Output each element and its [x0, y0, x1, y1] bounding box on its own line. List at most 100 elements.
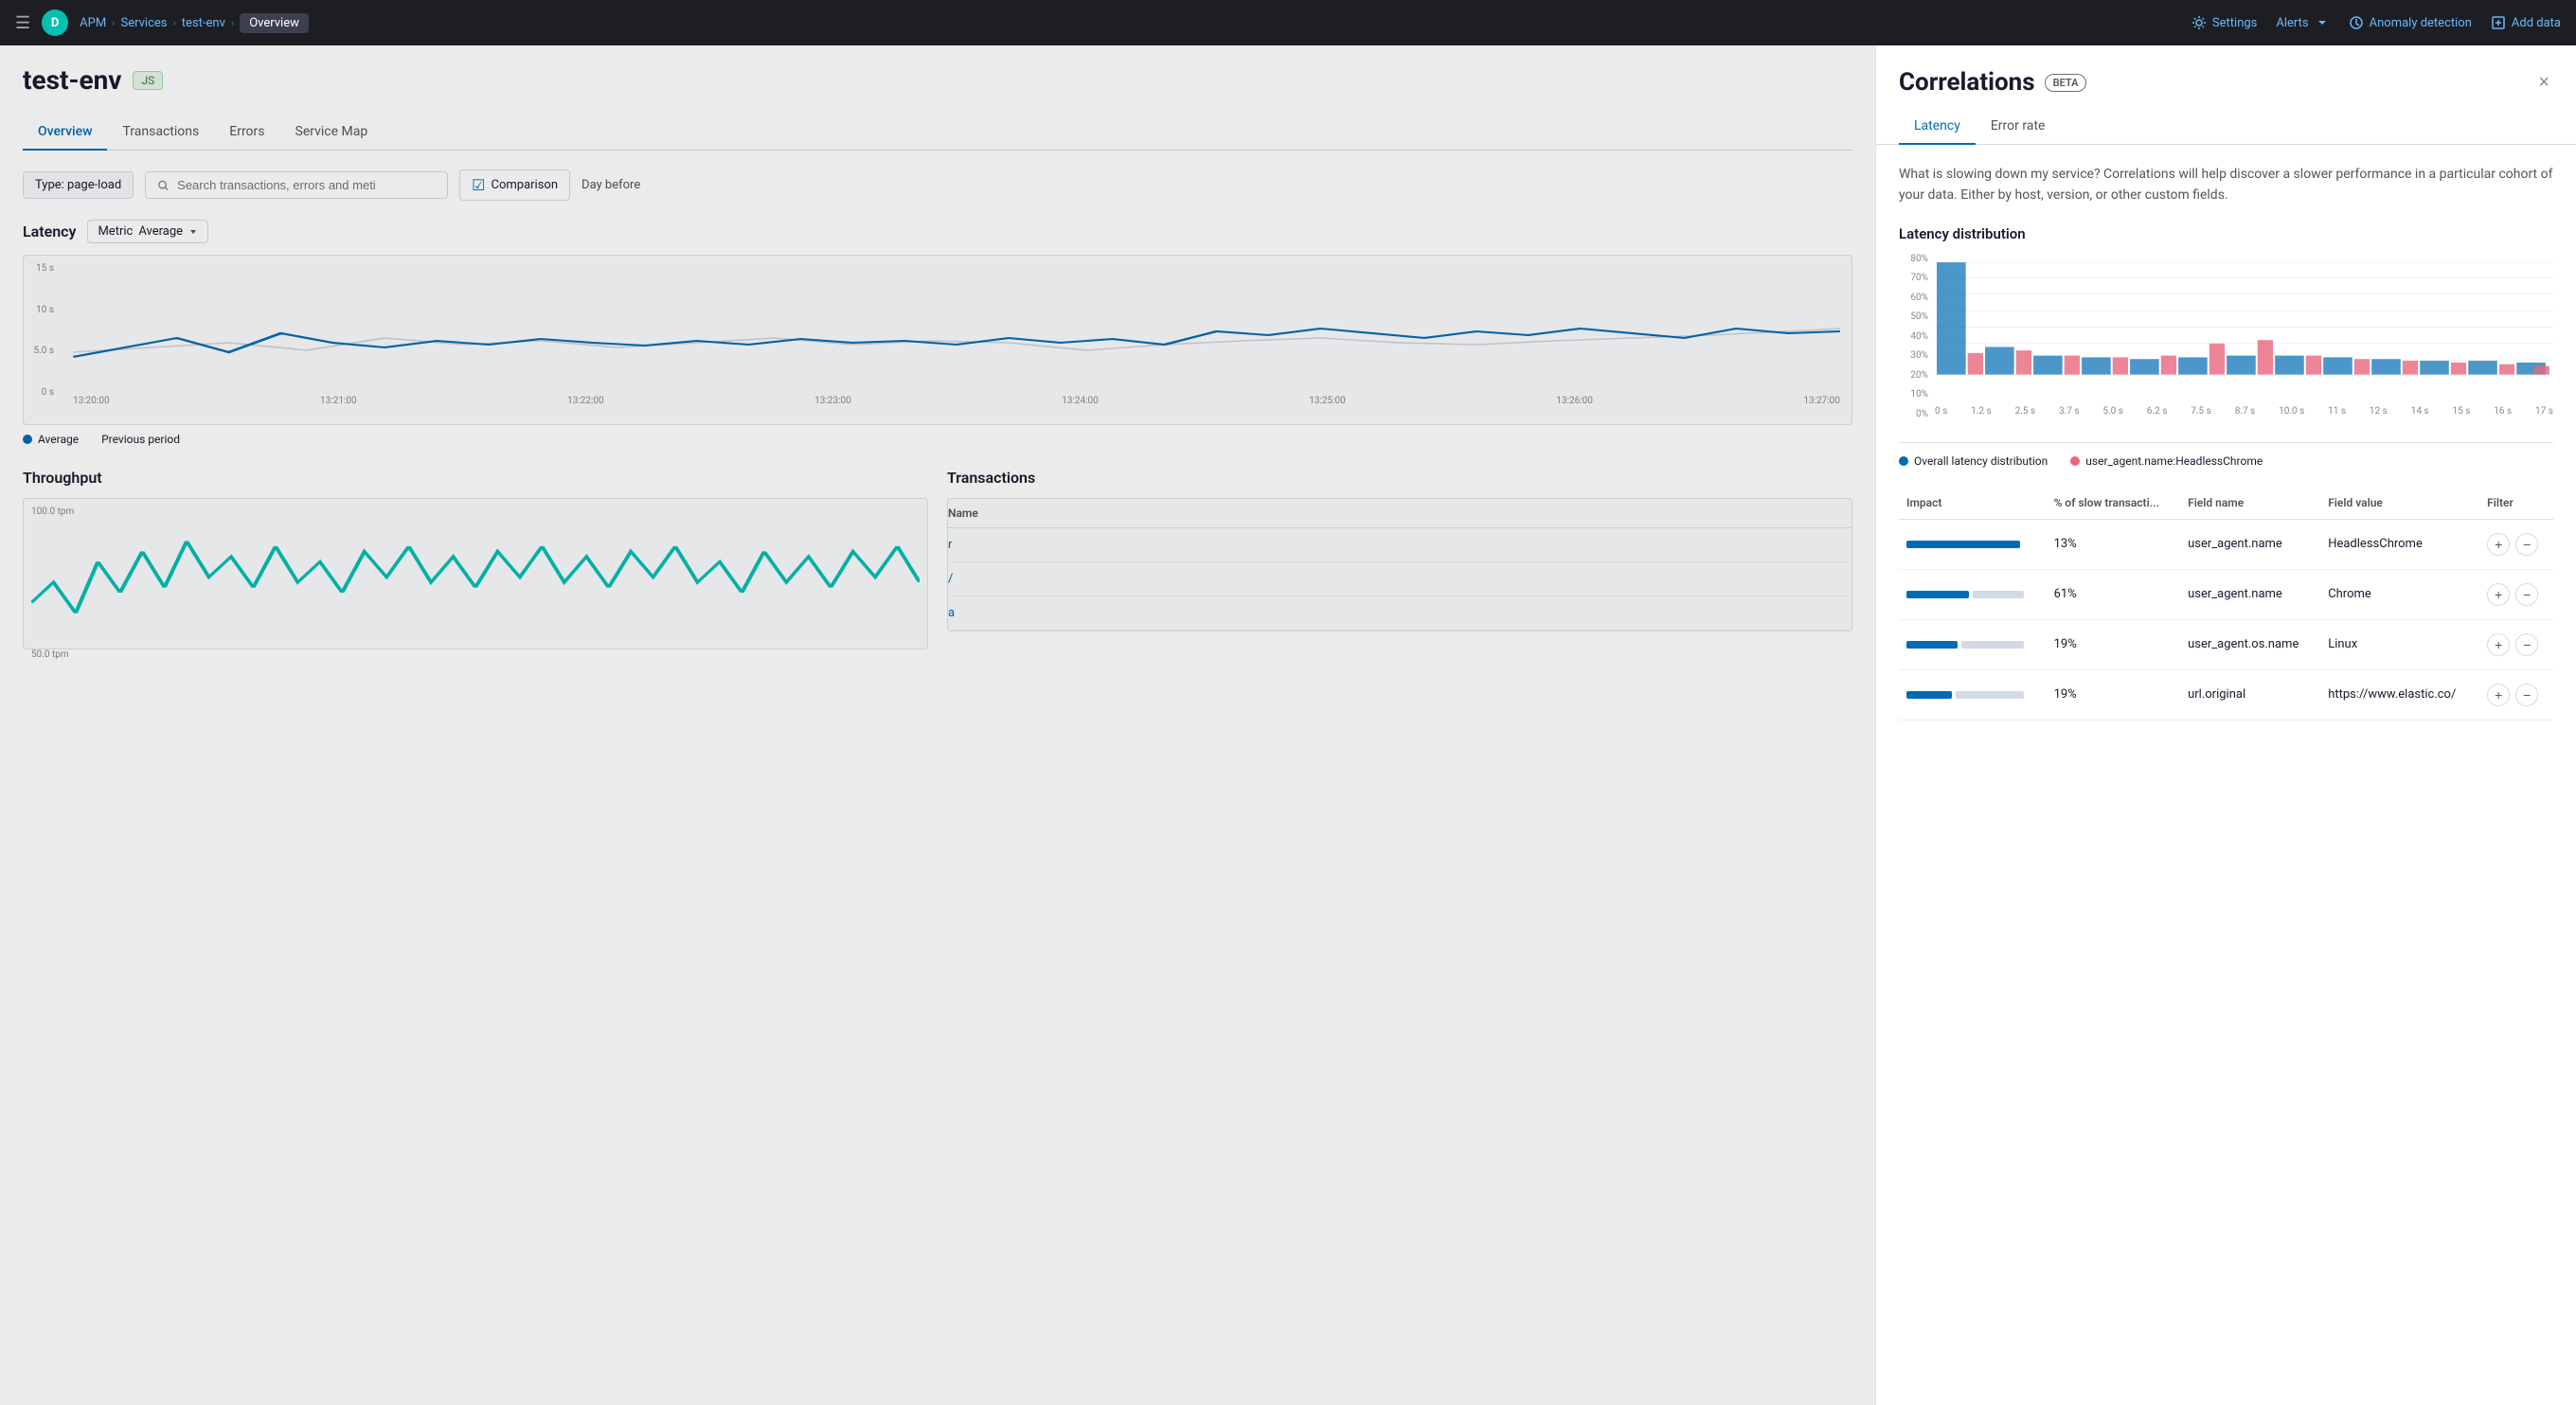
filter-cell: + −	[2479, 669, 2553, 720]
hamburger-icon[interactable]: ☰	[15, 13, 30, 33]
dist-svg	[1935, 254, 2553, 400]
comparison-toggle[interactable]: ☑ Comparison	[459, 169, 570, 201]
filter-include-button[interactable]: +	[2487, 533, 2510, 556]
transactions-header: Transactions	[947, 469, 1852, 487]
throughput-header: Throughput	[23, 469, 928, 487]
slow-pct-cell: 61%	[2047, 569, 2181, 619]
filter-buttons: + −	[2487, 583, 2546, 606]
latency-y-axis: 15 s 10 s 5.0 s 0 s	[24, 263, 54, 398]
anomaly-icon	[2349, 15, 2364, 30]
col-slow-pct: % of slow transacti...	[2047, 487, 2181, 520]
dist-legend: Overall latency distribution user_agent.…	[1899, 454, 2553, 468]
legend-overall-label: Overall latency distribution	[1914, 454, 2048, 468]
correlation-table-body: 13% user_agent.name HeadlessChrome + − 6…	[1899, 519, 2553, 720]
breadcrumb-test-env[interactable]: test-env	[182, 16, 225, 30]
transactions-section: Transactions Name r / a	[947, 469, 1852, 649]
filter-exclude-button[interactable]: −	[2515, 583, 2538, 606]
transaction-a[interactable]: a	[948, 606, 955, 620]
filter-include-button[interactable]: +	[2487, 684, 2510, 706]
tab-overview[interactable]: Overview	[23, 115, 107, 151]
filter-include-button[interactable]: +	[2487, 633, 2510, 656]
tab-service-map[interactable]: Service Map	[280, 115, 384, 151]
table-row[interactable]: a	[948, 596, 1852, 631]
top-nav: ☰ D APM › Services › test-env › Overview…	[0, 0, 2576, 45]
impact-bar-container	[1906, 641, 2039, 649]
latency-section: Latency Metric Average 15 s 10 s 5.0 s 0…	[23, 220, 1852, 446]
gear-icon	[2191, 15, 2207, 30]
throughput-y-50: 50.0 tpm	[31, 649, 920, 660]
filter-exclude-button[interactable]: −	[2515, 533, 2538, 556]
breadcrumb-services[interactable]: Services	[120, 16, 167, 30]
col-field-value: Field value	[2320, 487, 2479, 520]
correlation-row: 19% user_agent.os.name Linux + −	[1899, 619, 2553, 669]
search-box[interactable]	[145, 171, 448, 199]
throughput-title: Throughput	[23, 469, 102, 487]
panel-description: What is slowing down my service? Correla…	[1899, 164, 2553, 206]
legend-headless-dot	[2070, 456, 2080, 466]
filter-include-button[interactable]: +	[2487, 583, 2510, 606]
table-row[interactable]: /	[948, 562, 1852, 596]
service-title: test-env JS	[23, 64, 1852, 96]
tab-transactions[interactable]: Transactions	[107, 115, 214, 151]
filter-exclude-button[interactable]: −	[2515, 633, 2538, 656]
metric-select[interactable]: Metric Average	[87, 220, 208, 243]
dist-chart-inner: 0 s 1.2 s 2.5 s 3.7 s 5.0 s 6.2 s 7.5 s …	[1935, 254, 2553, 442]
field-value-cell: HeadlessChrome	[2320, 519, 2479, 569]
tab-errors[interactable]: Errors	[214, 115, 279, 151]
breadcrumb-overview[interactable]: Overview	[240, 13, 309, 33]
panel-tab-latency[interactable]: Latency	[1899, 109, 1976, 145]
right-panel: Correlations BETA × Latency Error rate W…	[1875, 45, 2576, 1405]
anomaly-detection-button[interactable]: Anomaly detection	[2349, 15, 2472, 30]
avatar: D	[42, 9, 68, 36]
col-name-header: Name	[948, 507, 1852, 520]
panel-content: What is slowing down my service? Correla…	[1876, 145, 2576, 739]
table-row[interactable]: r	[948, 528, 1852, 562]
add-data-button[interactable]: Add data	[2491, 15, 2561, 30]
filter-cell: + −	[2479, 569, 2553, 619]
close-button[interactable]: ×	[2534, 68, 2553, 98]
breadcrumb-apm[interactable]: APM	[80, 16, 106, 30]
correlation-table-header: Impact % of slow transacti... Field name…	[1899, 487, 2553, 520]
field-name-cell: user_agent.name	[2180, 519, 2320, 569]
panel-tabs: Latency Error rate	[1876, 109, 2576, 145]
chevron-down-icon	[2315, 15, 2330, 30]
transaction-r[interactable]: r	[948, 538, 952, 552]
settings-button[interactable]: Settings	[2191, 15, 2257, 30]
breadcrumb: APM › Services › test-env › Overview	[80, 13, 309, 33]
field-name-cell: user_agent.os.name	[2180, 619, 2320, 669]
dist-y-axis: 80% 70% 60% 50% 40% 30% 20% 10% 0%	[1899, 254, 1932, 419]
metric-value: Average	[138, 224, 183, 239]
anomaly-detection-label: Anomaly detection	[2370, 16, 2472, 30]
field-name-cell: user_agent.name	[2180, 569, 2320, 619]
field-value-cell: https://www.elastic.co/	[2320, 669, 2479, 720]
search-input[interactable]	[177, 178, 436, 192]
latency-x-axis: 13:20:00 13:21:00 13:22:00 13:23:00 13:2…	[73, 396, 1840, 406]
legend-previous-label: Previous period	[101, 433, 180, 446]
filter-bar: Type: page-load ☑ Comparison Day before	[23, 169, 1852, 201]
latency-legend: Average Previous period	[23, 433, 1852, 446]
throughput-svg	[31, 521, 920, 644]
dist-chart-area: 80% 70% 60% 50% 40% 30% 20% 10% 0%	[1899, 254, 2553, 443]
panel-tab-error-rate[interactable]: Error rate	[1976, 109, 2061, 145]
transactions-title: Transactions	[947, 469, 1035, 487]
field-name-cell: url.original	[2180, 669, 2320, 720]
impact-cell	[1899, 669, 2047, 720]
correlation-row: 19% url.original https://www.elastic.co/…	[1899, 669, 2553, 720]
impact-bar-empty	[1973, 591, 2024, 598]
latency-title: Latency	[23, 222, 76, 240]
impact-bar-filled	[1906, 541, 2020, 548]
type-filter[interactable]: Type: page-load	[23, 171, 134, 199]
filter-exclude-button[interactable]: −	[2515, 684, 2538, 706]
throughput-section: Throughput 100.0 tpm 50.0 tpm	[23, 469, 928, 649]
alerts-button[interactable]: Alerts	[2276, 15, 2329, 30]
metric-label: Metric	[98, 224, 133, 239]
col-field-name: Field name	[2180, 487, 2320, 520]
nav-right: Settings Alerts Anomaly detection Add da…	[2191, 15, 2561, 30]
filter-buttons: + −	[2487, 633, 2546, 656]
transaction-slash[interactable]: /	[948, 572, 953, 586]
slow-pct-cell: 13%	[2047, 519, 2181, 569]
day-before-label[interactable]: Day before	[581, 178, 640, 192]
dist-x-axis: 0 s 1.2 s 2.5 s 3.7 s 5.0 s 6.2 s 7.5 s …	[1935, 406, 2553, 417]
comparison-label: Comparison	[492, 178, 559, 192]
comparison-checkbox[interactable]: ☑	[472, 176, 485, 194]
